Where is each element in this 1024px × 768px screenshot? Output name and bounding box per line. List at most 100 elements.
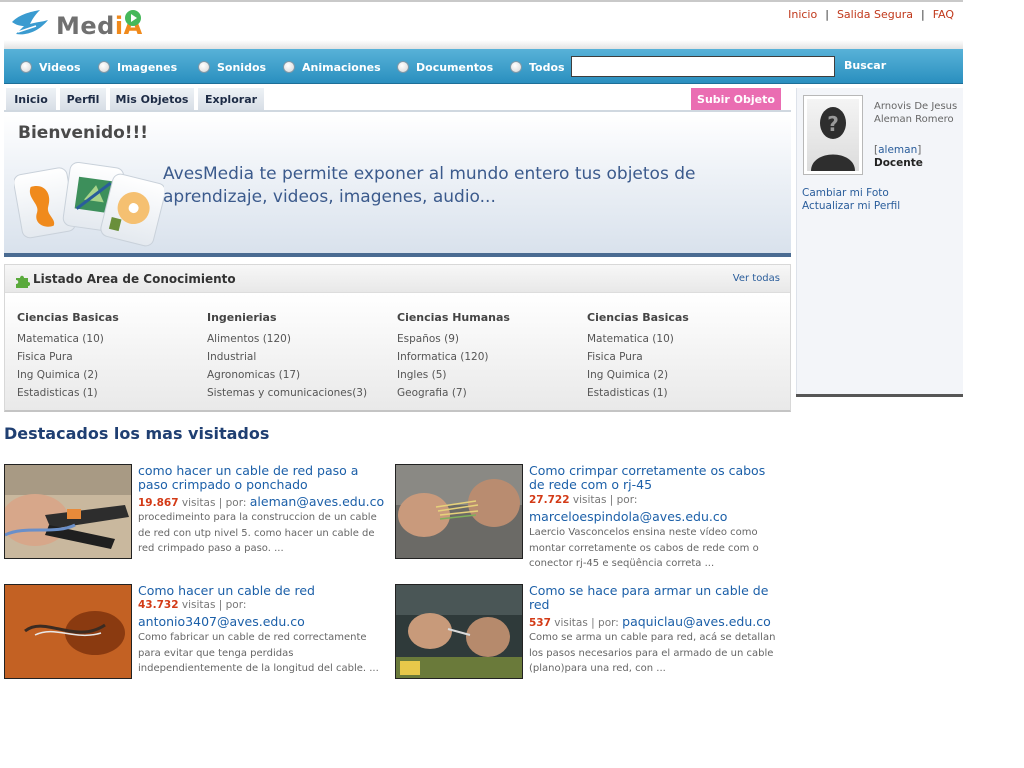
area-link[interactable]: Informatica (120): [397, 348, 582, 366]
username: [aleman]: [874, 144, 922, 156]
featured-title: Destacados los mas visitados: [4, 424, 270, 443]
radio-sonidos[interactable]: Sonidos: [198, 59, 266, 75]
video-description: procedimeinto para la construccion de un…: [138, 512, 377, 554]
knowledge-areas-panel: Listado Area de Conocimiento Ver todas C…: [4, 264, 791, 412]
tab-mis-objetos[interactable]: Mis Objetos: [110, 88, 194, 110]
username-link[interactable]: aleman: [878, 144, 917, 156]
radio-button[interactable]: [20, 61, 32, 73]
search-bar: Videos Imagenes Sonidos Animaciones Docu…: [4, 49, 963, 84]
change-photo-link[interactable]: Cambiar mi Foto: [802, 187, 889, 199]
search-input[interactable]: [571, 56, 835, 77]
radio-imagenes[interactable]: Imagenes: [98, 59, 177, 75]
user-link[interactable]: antonio3407@aves.edu.co: [138, 614, 305, 629]
upload-object-button[interactable]: Subir Objeto: [691, 88, 781, 110]
area-column: Ingenierias Alimentos (120) Industrial A…: [207, 311, 392, 402]
top-links: Inicio | Salida Segura | FAQ: [788, 8, 954, 21]
video-thumbnail[interactable]: [395, 584, 523, 679]
radio-button[interactable]: [198, 61, 210, 73]
update-profile-link[interactable]: Actualizar mi Perfil: [802, 200, 900, 212]
video-meta: 537 visitas | por: paquiclau@aves.edu.co: [529, 614, 771, 629]
user-role: Docente: [874, 157, 923, 169]
welcome-title: Bienvenido!!!: [18, 123, 149, 143]
user-link[interactable]: aleman@aves.edu.co: [250, 494, 384, 509]
header-shade: [4, 40, 963, 49]
default-user-icon: ?: [811, 107, 855, 171]
tab-perfil[interactable]: Perfil: [60, 88, 106, 110]
area-link[interactable]: Ingles (5): [397, 366, 582, 384]
hands-wires-image: [396, 465, 522, 558]
area-link[interactable]: Españos (9): [397, 330, 582, 348]
area-column-title: Ciencias Humanas: [397, 311, 510, 324]
areas-body: Ciencias Basicas Matematica (10) Fisica …: [5, 294, 790, 410]
video-title-link[interactable]: Como hacer un cable de red: [138, 584, 388, 598]
see-all-link[interactable]: Ver todas: [733, 273, 780, 284]
area-link[interactable]: Matematica (10): [587, 330, 772, 348]
area-link[interactable]: Ing Quimica (2): [17, 366, 202, 384]
area-link[interactable]: Agronomicas (17): [207, 366, 392, 384]
area-link[interactable]: Alimentos (120): [207, 330, 392, 348]
video-user: antonio3407@aves.edu.co: [138, 614, 305, 629]
radio-animaciones[interactable]: Animaciones: [283, 59, 381, 75]
area-column-title: Ciencias Basicas: [587, 311, 689, 324]
welcome-bottom-bar: [4, 253, 791, 257]
link-faq[interactable]: FAQ: [933, 8, 954, 21]
video-user: marceloespindola@aves.edu.co: [529, 509, 727, 524]
svg-text:?: ?: [827, 112, 839, 136]
user-link[interactable]: marceloespindola@aves.edu.co: [529, 509, 727, 524]
video-title-link[interactable]: Como crimpar corretamente os cabos de re…: [529, 464, 779, 492]
cable-orange-image: [5, 585, 131, 678]
video-description: Como se arma un cable para red, acá se d…: [529, 632, 776, 674]
user-sidebar: ? Arnovis De Jesus Aleman Romero [aleman…: [796, 88, 963, 395]
welcome-text: AvesMedia te permite exponer al mundo en…: [163, 164, 696, 207]
video-meta: 27.722 visitas | por:: [529, 494, 638, 506]
video-description: Laercio Vasconcelos ensina neste vídeo c…: [529, 527, 759, 569]
area-link[interactable]: Sistemas y comunicaciones(3): [207, 384, 392, 402]
crimping-tool-image: [5, 465, 131, 558]
radio-videos[interactable]: Videos: [20, 59, 81, 75]
top-border: [0, 0, 963, 2]
featured-item: Como crimpar corretamente os cabos de re…: [395, 464, 780, 569]
video-meta: 19.867 visitas | por: aleman@aves.edu.co: [138, 494, 385, 509]
user-link[interactable]: paquiclau@aves.edu.co: [622, 614, 771, 629]
area-link[interactable]: Fisica Pura: [17, 348, 202, 366]
link-inicio[interactable]: Inicio: [788, 8, 817, 21]
area-link[interactable]: Estadisticas (1): [17, 384, 202, 402]
tab-inicio[interactable]: Inicio: [6, 88, 56, 110]
site-logo[interactable]: MediA: [10, 6, 150, 40]
cable-assembly-image: [396, 585, 522, 678]
areas-title: Listado Area de Conocimiento: [33, 272, 236, 286]
video-thumbnail[interactable]: [395, 464, 523, 559]
video-meta: 43.732 visitas | por:: [138, 599, 247, 611]
video-thumbnail[interactable]: [4, 584, 132, 679]
area-link[interactable]: Industrial: [207, 348, 392, 366]
radio-todos[interactable]: Todos: [510, 59, 565, 75]
link-salida-segura[interactable]: Salida Segura: [837, 8, 913, 21]
media-cards-illustration: [14, 161, 164, 247]
radio-button[interactable]: [283, 61, 295, 73]
video-title-link[interactable]: como hacer un cable de red paso a paso c…: [138, 464, 388, 492]
video-thumbnail[interactable]: [4, 464, 132, 559]
radio-button[interactable]: [397, 61, 409, 73]
video-title-link[interactable]: Como se hace para armar un cable de red: [529, 584, 779, 612]
tabs-underline: [4, 110, 791, 112]
radio-button[interactable]: [510, 61, 522, 73]
avatar[interactable]: ?: [803, 95, 863, 175]
area-link[interactable]: Ing Quimica (2): [587, 366, 772, 384]
area-column: Ciencias Basicas Matematica (10) Fisica …: [17, 311, 202, 402]
puzzle-icon: [16, 275, 30, 288]
featured-item: Como hacer un cable de red 43.732 visita…: [4, 584, 389, 684]
radio-documentos[interactable]: Documentos: [397, 59, 493, 75]
radio-button[interactable]: [98, 61, 110, 73]
tab-explorar[interactable]: Explorar: [198, 88, 264, 110]
area-column: Ciencias Basicas Matematica (10) Fisica …: [587, 311, 772, 402]
search-button[interactable]: Buscar: [844, 59, 886, 72]
area-link[interactable]: Geografia (7): [397, 384, 582, 402]
area-link[interactable]: Matematica (10): [17, 330, 202, 348]
play-icon: [125, 10, 141, 26]
area-link[interactable]: Estadisticas (1): [587, 384, 772, 402]
area-link[interactable]: Fisica Pura: [587, 348, 772, 366]
featured-item: como hacer un cable de red paso a paso c…: [4, 464, 389, 564]
user-name: Arnovis De Jesus Aleman Romero: [874, 101, 958, 125]
video-description: Como fabricar un cable de red correctame…: [138, 632, 379, 674]
area-column: Ciencias Humanas Españos (9) Informatica…: [397, 311, 582, 402]
